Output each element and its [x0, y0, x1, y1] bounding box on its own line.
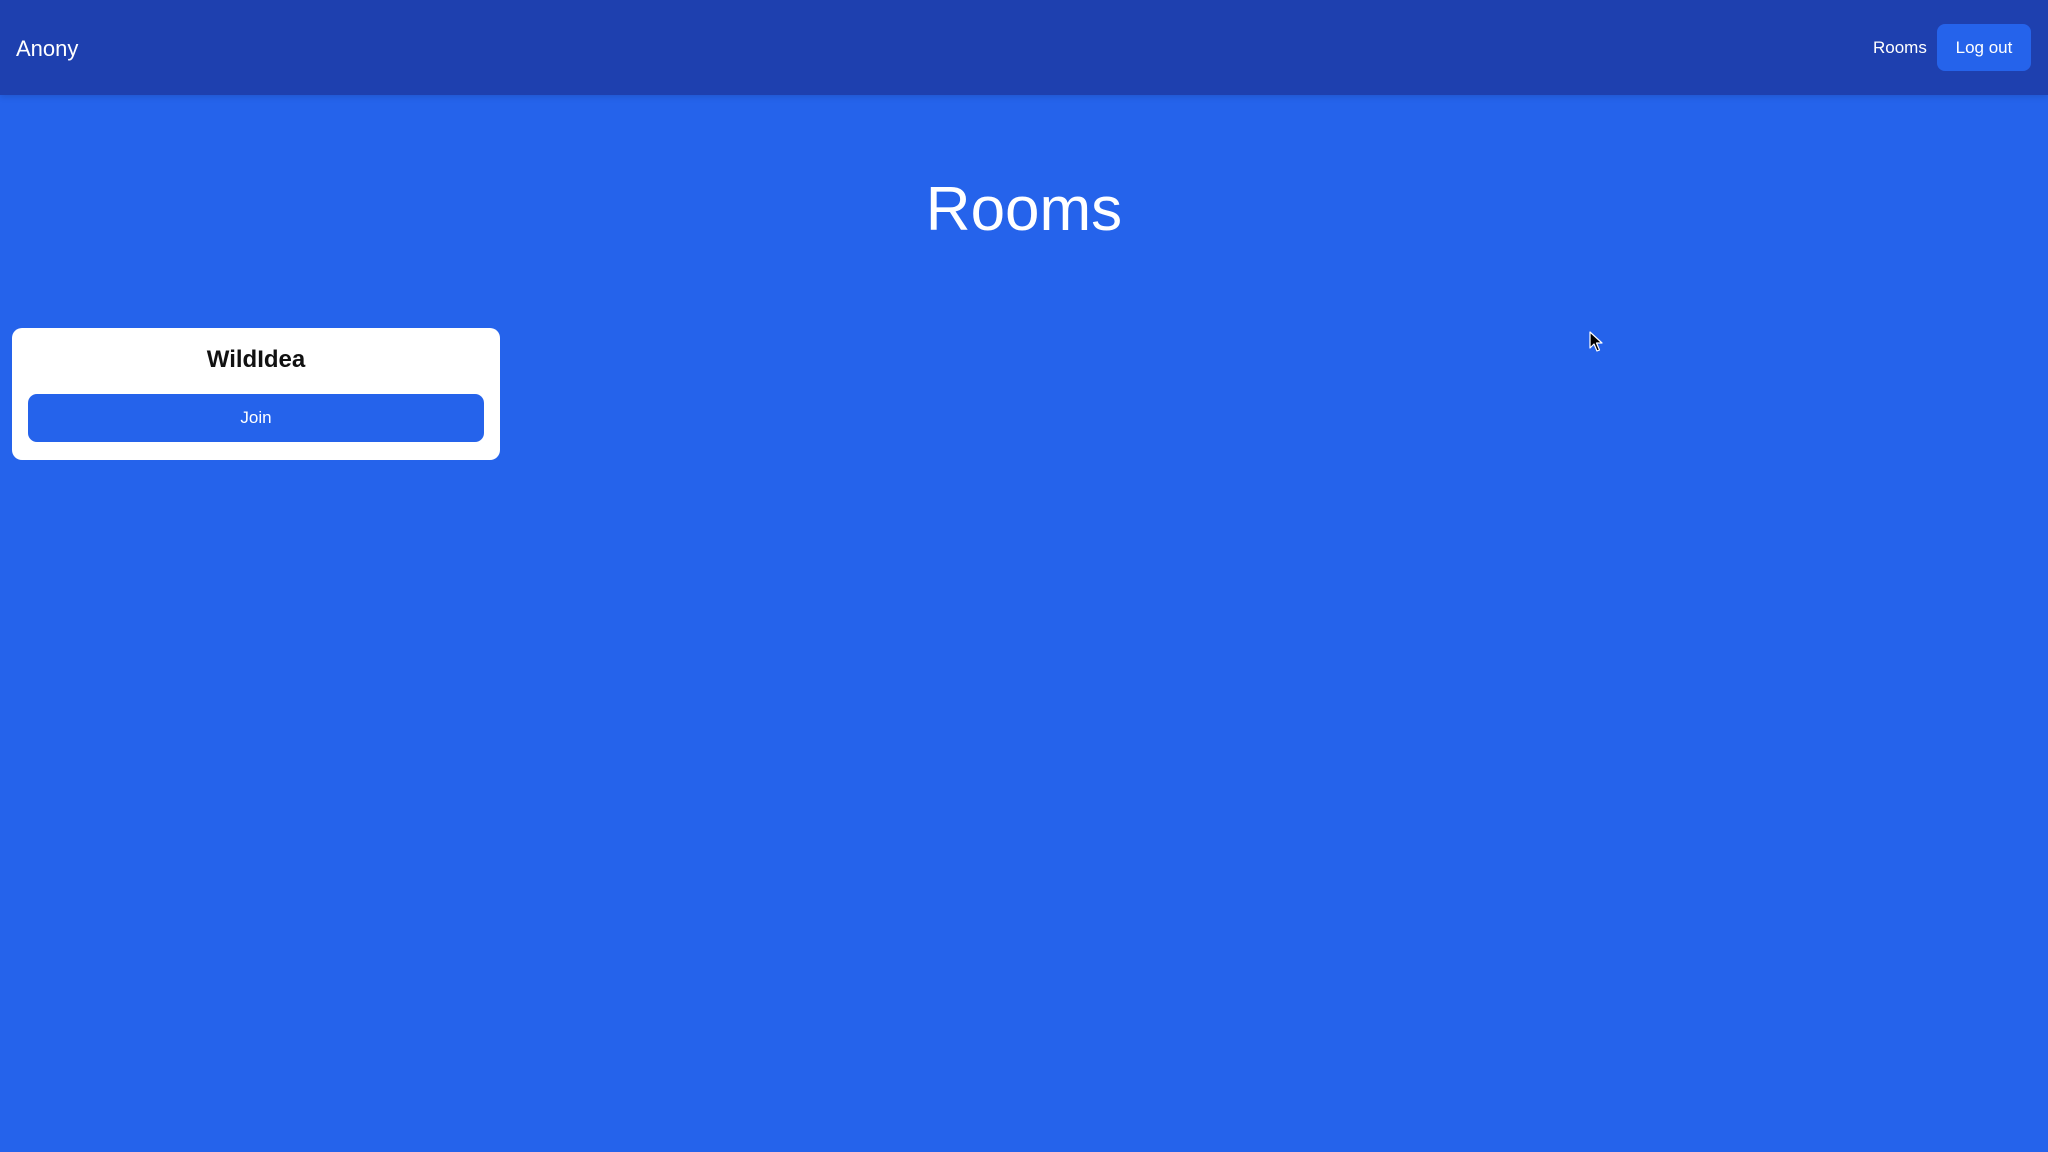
mouse-pointer-icon — [1589, 331, 1603, 352]
room-name: WildIdea — [206, 346, 306, 373]
page-title: Rooms — [925, 175, 1123, 244]
logout-button[interactable]: Log out — [1937, 24, 2031, 71]
brand-logo-text[interactable]: Anony — [16, 35, 78, 63]
top-navbar: Anony Rooms Log out — [0, 0, 2048, 95]
join-room-button[interactable]: Join — [28, 394, 484, 442]
room-card: WildIdea Join — [12, 328, 500, 460]
nav-link-rooms[interactable]: Rooms — [1873, 37, 1927, 59]
